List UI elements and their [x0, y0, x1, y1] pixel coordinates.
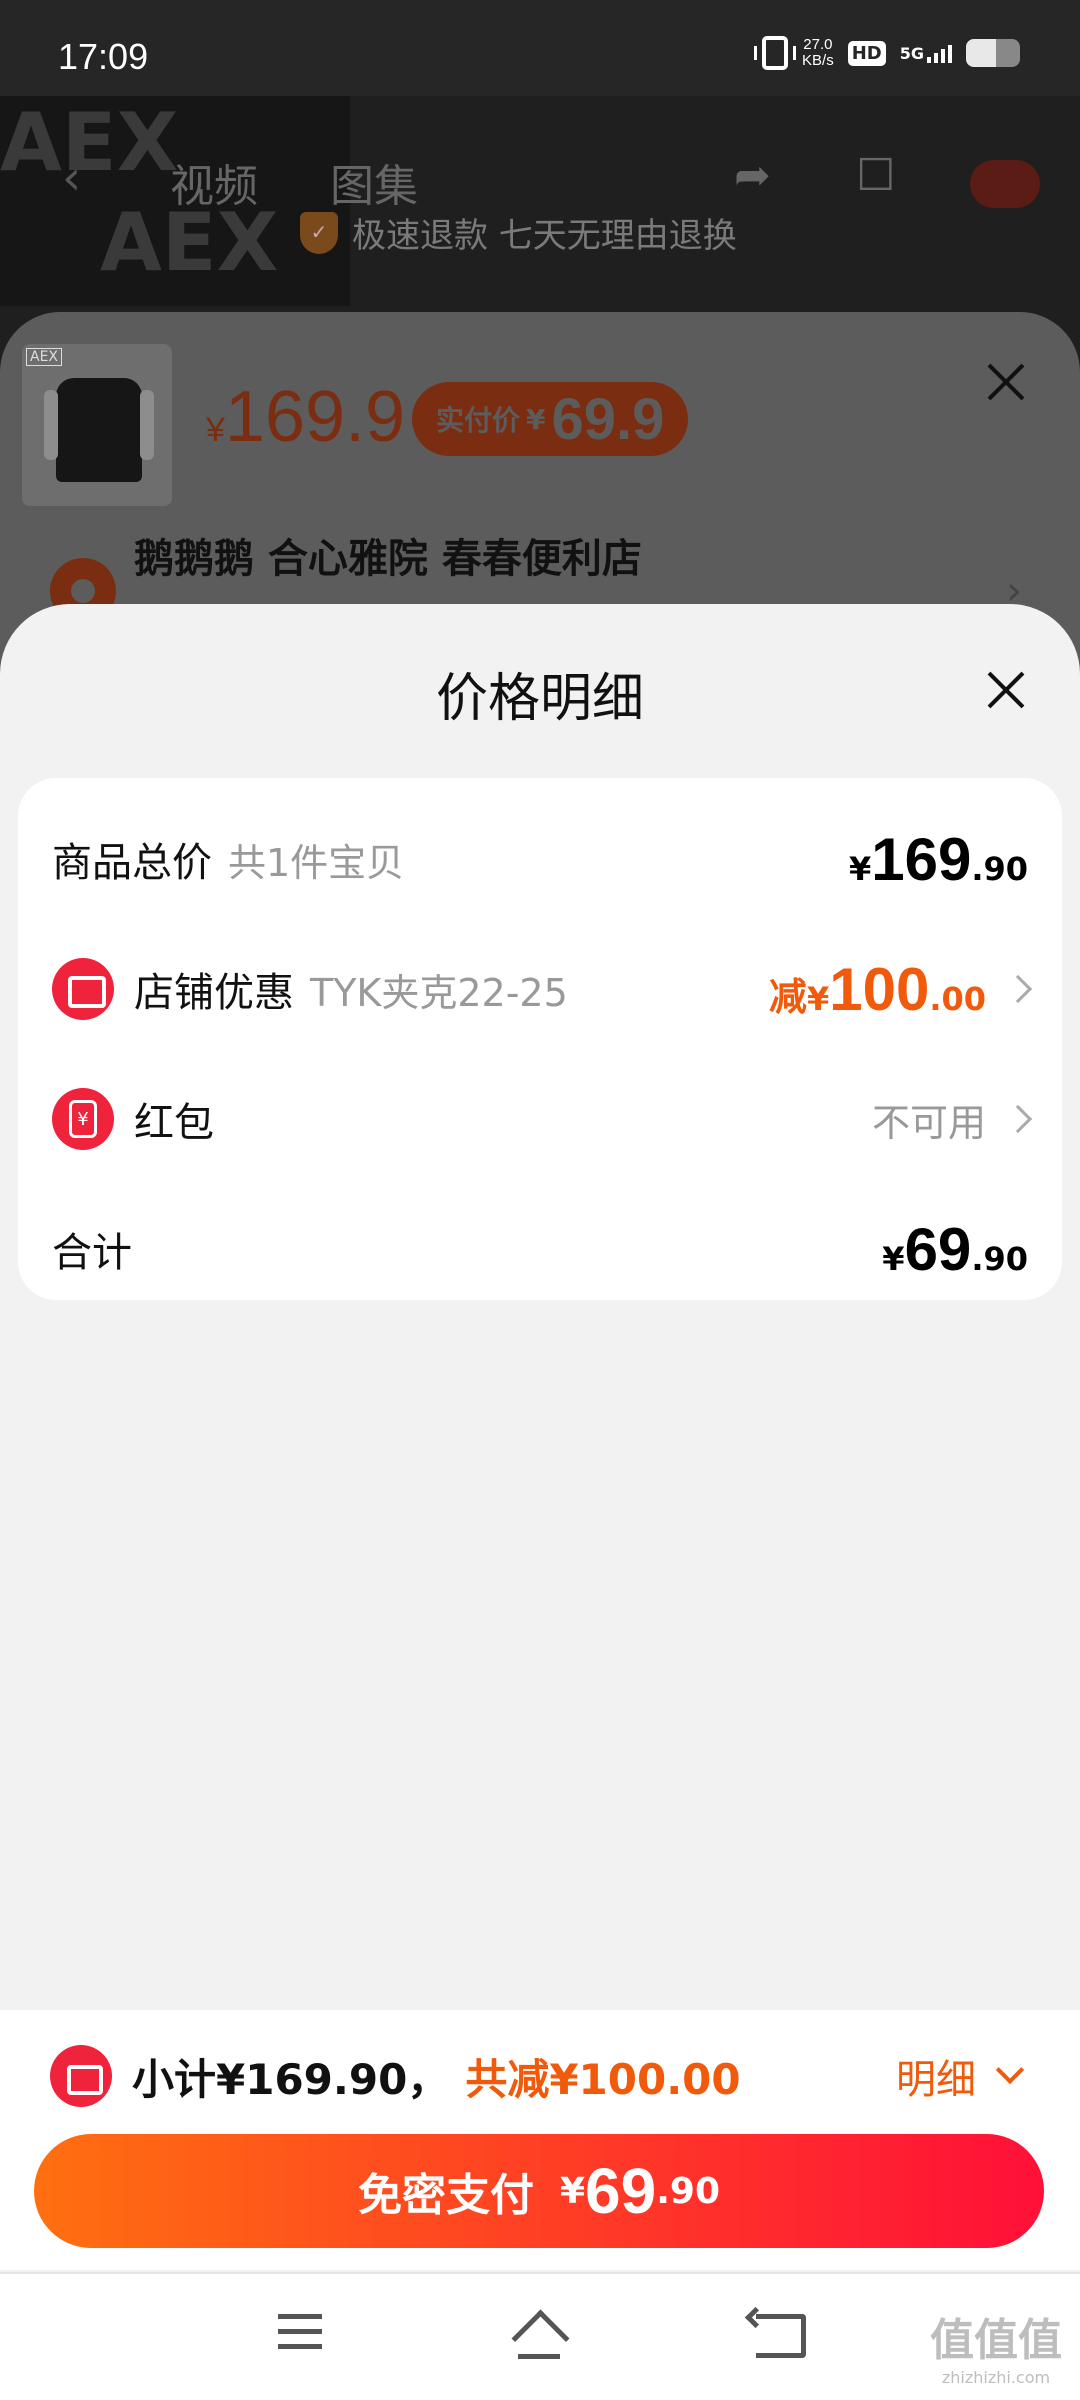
- brand-tag: AEX: [26, 348, 63, 366]
- watermark: 值值值 zhizhizhi.com: [930, 2304, 1062, 2387]
- row-label: 商品总价: [52, 840, 212, 886]
- product-price: ¥169.9: [206, 376, 405, 458]
- status-icons: 27.0 KB/s HD 5G: [754, 36, 1020, 70]
- vibrate-icon: [754, 36, 797, 70]
- row-label: 店铺优惠: [134, 970, 294, 1016]
- jacket-image: [44, 378, 154, 482]
- currency-symbol: ¥: [806, 979, 830, 1018]
- row-label: 合计: [52, 1230, 132, 1276]
- store-icon: [52, 958, 114, 1020]
- delivery-address[interactable]: 鹅鹅鹅 合心雅院 春春便利店: [134, 526, 642, 584]
- pay-label: 免密支付: [357, 2170, 534, 2221]
- row-goods-total: 商品总价 共1件宝贝 ¥ 169 .90: [52, 804, 1028, 914]
- price-detail-card: 商品总价 共1件宝贝 ¥ 169 .90 店铺优惠 TYK夹克22-25 减 ¥…: [18, 778, 1062, 1300]
- amount-integer: 100: [829, 955, 930, 1023]
- back-arrow-icon[interactable]: ‹: [62, 150, 81, 206]
- coupon-name: TYK夹克22-25: [310, 970, 568, 1015]
- network-type: 5G: [899, 43, 924, 63]
- actual-pay-label: 实付价: [436, 404, 521, 437]
- speed-value: 27.0: [803, 36, 833, 53]
- status-time: 17:09: [58, 36, 149, 77]
- pay-decimal: .90: [656, 2170, 721, 2212]
- row-total: 合计 ¥ 69 .90: [52, 1194, 1028, 1304]
- total-amount: ¥ 69 .90: [882, 1215, 1028, 1284]
- home-icon[interactable]: [512, 2314, 564, 2362]
- ticket-icon: [50, 2045, 112, 2107]
- close-icon[interactable]: [986, 362, 1026, 402]
- currency-symbol: ¥: [882, 1239, 905, 1278]
- tab-gallery[interactable]: 图集: [330, 150, 418, 214]
- status-bar: 17:09 27.0 KB/s HD 5G: [0, 0, 1080, 96]
- product-image[interactable]: AEX: [22, 344, 172, 506]
- network-speed: 27.0 KB/s: [802, 37, 834, 69]
- red-envelope-status: 不可用: [871, 1100, 986, 1145]
- store-discount-amount: 减 ¥ 100 .00: [769, 955, 986, 1024]
- currency-symbol: ¥: [206, 411, 225, 449]
- password-free-pay-button[interactable]: 免密支付 ¥ 69 .90: [34, 2134, 1044, 2248]
- item-count: 共1件宝贝: [228, 840, 405, 885]
- pay-integer: 69: [585, 2155, 657, 2227]
- row-store-discount[interactable]: 店铺优惠 TYK夹克22-25 减 ¥ 100 .00: [52, 934, 1033, 1044]
- amount-decimal: .90: [971, 1239, 1028, 1278]
- tab-video[interactable]: 视频: [170, 150, 258, 214]
- price-value: 169.9: [224, 377, 406, 457]
- cart-icon[interactable]: ☐: [856, 150, 895, 201]
- shield-check-icon: ✓: [300, 211, 338, 254]
- chevron-down-icon: [995, 2055, 1025, 2085]
- detail-toggle[interactable]: 明细: [896, 2047, 1025, 2105]
- hd-badge: HD: [847, 40, 886, 66]
- chevron-right-icon: [1003, 974, 1033, 1004]
- system-nav-bar: 值值值 zhizhizhi.com: [0, 2272, 1080, 2400]
- battery-icon: [966, 39, 1020, 67]
- guarantee-text: 极速退款 七天无理由退换: [352, 216, 737, 256]
- menu-icon[interactable]: [278, 2314, 322, 2359]
- share-icon[interactable]: ➦: [734, 150, 771, 201]
- signal-icon: 5G: [900, 44, 952, 63]
- back-icon[interactable]: [756, 2314, 806, 2358]
- sheet-title: 价格明细: [435, 669, 644, 729]
- reduce-prefix: 减: [768, 974, 807, 1019]
- amount-integer: 69: [904, 1215, 972, 1283]
- total-reduction: 共减¥100.00: [465, 2054, 741, 2104]
- amount-integer: 169: [871, 825, 972, 893]
- currency-symbol: ¥: [526, 402, 546, 436]
- close-icon[interactable]: [986, 670, 1026, 710]
- checkout-bar: 小计¥169.90， 共减¥100.00 明细 免密支付 ¥ 69 .90: [0, 2010, 1080, 2270]
- amount-decimal: .90: [971, 849, 1028, 888]
- subtotal-row: 小计¥169.90， 共减¥100.00 明细: [50, 2036, 1025, 2116]
- actual-pay-amount: 69.9: [551, 386, 665, 452]
- watermark-site: zhizhizhi.com: [941, 2368, 1051, 2387]
- actual-pay-badge: 实付价 ¥ 69.9: [412, 382, 689, 456]
- subtotal-text: 小计¥169.90，: [132, 2054, 450, 2104]
- row-label: 红包: [134, 1100, 214, 1146]
- goods-total-amount: ¥ 169 .90: [849, 825, 1028, 894]
- red-envelope-icon: [52, 1088, 114, 1150]
- notification-badge[interactable]: [970, 160, 1040, 208]
- top-nav: ‹ 视频 图集 ➦ ☐: [0, 136, 1080, 216]
- speed-unit: KB/s: [802, 52, 834, 69]
- chevron-right-icon: [1003, 1104, 1033, 1134]
- detail-label: 明细: [896, 2057, 976, 2103]
- amount-decimal: .00: [929, 979, 986, 1018]
- guarantee-banner: ✓ 极速退款 七天无理由退换: [300, 208, 737, 257]
- currency-symbol: ¥: [848, 849, 872, 888]
- currency-symbol: ¥: [559, 2170, 586, 2212]
- watermark-logo: 值值值: [930, 2315, 1062, 2366]
- row-red-envelope[interactable]: 红包 不可用: [52, 1064, 1033, 1174]
